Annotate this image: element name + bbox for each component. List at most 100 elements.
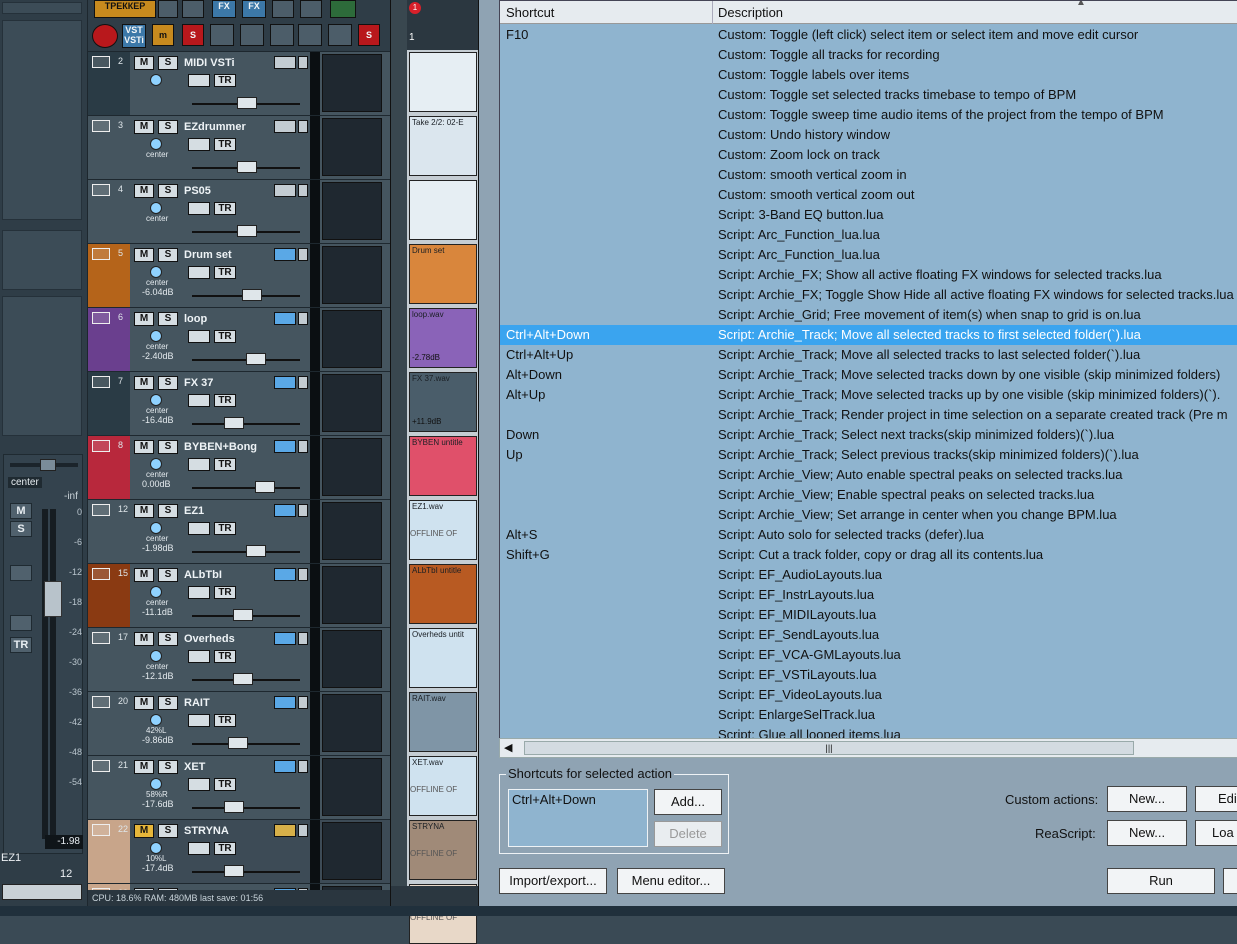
track-name[interactable]: ALbTbI [184, 569, 222, 581]
pan-knob[interactable] [150, 458, 162, 470]
track-name[interactable]: EZ1 [184, 505, 204, 517]
envelope-button[interactable] [188, 394, 210, 407]
track-row[interactable]: 7 M S FX 37 center -16.4dB TR [88, 372, 390, 436]
folder-icon[interactable] [92, 56, 110, 68]
solo-button[interactable]: S [158, 376, 178, 390]
remove-routing-icon[interactable] [210, 24, 234, 46]
track-name[interactable]: Overheds [184, 633, 235, 645]
volume-fader[interactable] [232, 609, 253, 621]
io-button[interactable] [298, 184, 308, 197]
scroll-left-icon[interactable]: ◀ [504, 741, 512, 754]
media-clip[interactable]: Take 2/2: 02-E [409, 116, 477, 176]
route-button[interactable] [274, 56, 296, 69]
pan-knob[interactable] [150, 650, 162, 662]
master-tr-button[interactable]: TR [10, 637, 32, 653]
envelope-button[interactable] [188, 202, 210, 215]
route-button[interactable] [274, 312, 296, 325]
action-row[interactable]: Shift+G Script: Cut a track folder, copy… [500, 545, 1237, 565]
media-clip[interactable]: STRYNA OFFLINE OF [409, 820, 477, 880]
tr-button[interactable]: TR [214, 522, 236, 535]
timeline-ruler[interactable]: 1 1 [407, 0, 479, 50]
action-row[interactable]: Custom: Toggle set selected tracks timeb… [500, 85, 1237, 105]
solo-button[interactable]: S [158, 312, 178, 326]
solo-button[interactable]: S [158, 440, 178, 454]
envelope-button[interactable] [188, 266, 210, 279]
mute-button[interactable]: M [134, 56, 154, 70]
route-button[interactable] [274, 248, 296, 261]
action-row[interactable]: Custom: Toggle all tracks for recording [500, 45, 1237, 65]
pan-knob[interactable] [150, 522, 162, 534]
tr-button[interactable]: TR [214, 650, 236, 663]
io-button[interactable] [298, 312, 308, 325]
route-button[interactable] [274, 824, 296, 837]
trekker-button[interactable]: ТРЕККЕР [94, 0, 156, 18]
route-button[interactable] [274, 504, 296, 517]
pan-knob[interactable] [150, 138, 162, 150]
track-name[interactable]: RAIT [184, 697, 210, 709]
master-mute-button[interactable]: M [10, 503, 32, 519]
mixer-icon[interactable] [182, 0, 204, 18]
action-row[interactable]: Script: EF_VideoLayouts.lua [500, 685, 1237, 705]
pan-knob[interactable] [150, 74, 162, 86]
track-name[interactable]: FX 37 [184, 377, 213, 389]
mute-button[interactable]: M [134, 824, 154, 838]
track-row[interactable]: 4 M S PS05 center TR [88, 180, 390, 244]
column-divider[interactable] [712, 1, 713, 24]
arrange-vertical-scrollbar[interactable] [391, 0, 407, 906]
action-row[interactable]: Script: Archie_Grid; Free movement of it… [500, 305, 1237, 325]
mute-button[interactable]: M [134, 568, 154, 582]
envelope-button[interactable] [188, 778, 210, 791]
arrange-horizontal-scrollbar[interactable] [391, 886, 479, 906]
solo-button[interactable]: S [158, 824, 178, 838]
mute-button[interactable]: M [134, 696, 154, 710]
action-row[interactable]: Script: EnlargeSelTrack.lua [500, 705, 1237, 725]
envelope-button[interactable] [188, 650, 210, 663]
track-row[interactable]: 2 M S MIDI VSTi TR [88, 52, 390, 116]
track-icon[interactable] [92, 120, 110, 132]
io-button[interactable] [298, 120, 308, 133]
pan-knob[interactable] [150, 330, 162, 342]
solo-s-button-2[interactable]: S [358, 24, 380, 46]
solo-button[interactable]: S [158, 184, 178, 198]
solo-button[interactable]: S [158, 568, 178, 582]
media-clip[interactable]: Drum set [409, 244, 477, 304]
pan-knob[interactable] [150, 778, 162, 790]
run-button[interactable]: Run [1107, 868, 1215, 894]
pan-knob[interactable] [40, 459, 56, 471]
eye-icon[interactable] [240, 24, 264, 46]
solo-button[interactable]: S [158, 248, 178, 262]
pan-knob[interactable] [150, 714, 162, 726]
fx-button-2[interactable]: FX [242, 0, 266, 18]
track-name[interactable]: loop [184, 313, 207, 325]
action-row[interactable]: Script: Archie_View; Auto enable spectra… [500, 465, 1237, 485]
folder-icon[interactable] [92, 440, 110, 452]
track-row[interactable]: 15 M S ALbTbI center -11.1dB TR [88, 564, 390, 628]
list-horizontal-scrollbar[interactable]: ◀ ||| [499, 738, 1237, 758]
track-row[interactable]: 20 M S RAIT 42%L -9.86dB TR [88, 692, 390, 756]
volume-fader[interactable] [228, 737, 248, 749]
action-row[interactable]: Custom: smooth vertical zoom out [500, 185, 1237, 205]
volume-fader[interactable] [223, 865, 244, 877]
volume-fader[interactable] [246, 353, 266, 365]
envelope-button[interactable] [188, 458, 210, 471]
action-row[interactable]: Script: EF_VCA-GMLayouts.lua [500, 645, 1237, 665]
action-row[interactable]: Script: EF_VSTiLayouts.lua [500, 665, 1237, 685]
grid-icon[interactable] [272, 0, 294, 18]
solo-button[interactable]: S [158, 504, 178, 518]
delete-shortcut-button[interactable]: Delete [654, 821, 722, 847]
media-clip[interactable]: XET.wav OFFLINE OF [409, 756, 477, 816]
media-clip[interactable] [409, 180, 477, 240]
action-row[interactable]: Custom: Toggle sweep time audio items of… [500, 105, 1237, 125]
tr-button[interactable]: TR [214, 458, 236, 471]
mute-button[interactable]: M [134, 504, 154, 518]
io-button[interactable] [298, 56, 308, 69]
volume-fader[interactable] [232, 673, 253, 685]
solo-button[interactable]: S [158, 120, 178, 134]
action-row[interactable]: Custom: smooth vertical zoom in [500, 165, 1237, 185]
scroll-thumb[interactable]: ||| [524, 741, 1134, 755]
route-button[interactable] [274, 760, 296, 773]
tr-button[interactable]: TR [214, 842, 236, 855]
routing-icon[interactable] [330, 0, 356, 18]
media-clip[interactable]: loop.wav -2.78dB [409, 308, 477, 368]
media-clip[interactable]: RAIT.wav [409, 692, 477, 752]
